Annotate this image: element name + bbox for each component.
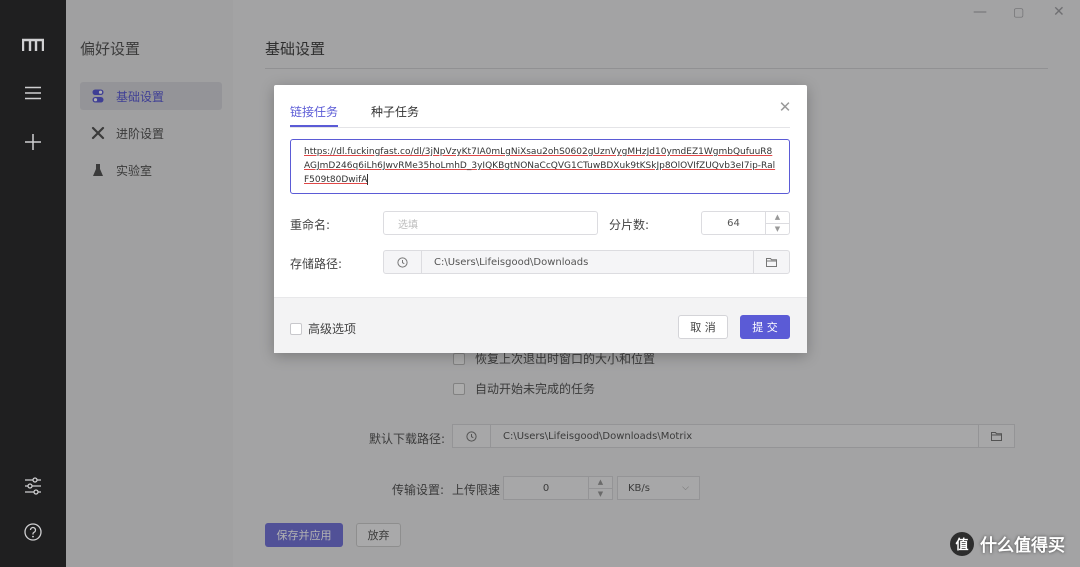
tab-link-task[interactable]: 链接任务 bbox=[290, 103, 338, 120]
submit-button[interactable]: 提 交 bbox=[740, 315, 790, 339]
menu-icon[interactable] bbox=[0, 86, 66, 100]
split-label: 分片数: bbox=[609, 218, 650, 232]
split-stepper[interactable]: 64 ▲ ▼ bbox=[701, 211, 790, 235]
url-input[interactable]: https://dl.fuckingfast.co/dl/3jNpVzyKt7I… bbox=[290, 139, 790, 194]
app-rail bbox=[0, 0, 66, 567]
watermark-badge: 值 bbox=[950, 531, 974, 556]
storage-path-label: 存储路径: bbox=[290, 257, 343, 271]
storage-path-value: C:\Users\Lifeisgood\Downloads bbox=[434, 256, 589, 268]
tab-torrent-task[interactable]: 种子任务 bbox=[371, 103, 419, 120]
help-icon[interactable] bbox=[0, 523, 66, 541]
rename-label: 重命名: bbox=[290, 218, 331, 232]
text-cursor bbox=[367, 174, 369, 185]
advanced-options-checkbox[interactable]: 高级选项 bbox=[290, 320, 356, 337]
increment-icon[interactable]: ▲ bbox=[766, 212, 789, 223]
decrement-icon[interactable]: ▼ bbox=[766, 222, 789, 235]
new-task-dialog: 链接任务 种子任务 ✕ https://dl.fuckingfast.co/dl… bbox=[274, 85, 807, 353]
history-icon[interactable] bbox=[384, 251, 422, 273]
settings-sliders-icon[interactable] bbox=[0, 477, 66, 495]
cancel-button[interactable]: 取 消 bbox=[678, 315, 728, 339]
checkbox[interactable] bbox=[290, 322, 302, 335]
active-tab-indicator bbox=[290, 125, 338, 127]
folder-icon[interactable] bbox=[753, 251, 789, 273]
watermark-text: 什么值得买 bbox=[980, 536, 1065, 556]
close-icon[interactable]: ✕ bbox=[777, 98, 793, 116]
rename-input[interactable]: 选填 bbox=[383, 211, 598, 235]
watermark: 值 什么值得买 bbox=[950, 531, 1065, 556]
motrix-logo-icon[interactable] bbox=[0, 38, 66, 52]
storage-path-field[interactable]: C:\Users\Lifeisgood\Downloads bbox=[383, 250, 790, 274]
split-value: 64 bbox=[727, 217, 740, 229]
add-icon[interactable] bbox=[0, 133, 66, 151]
advanced-options-label: 高级选项 bbox=[308, 322, 357, 336]
dialog-footer: 高级选项 取 消 提 交 bbox=[274, 297, 807, 353]
dialog-tabs: 链接任务 种子任务 bbox=[290, 85, 790, 128]
